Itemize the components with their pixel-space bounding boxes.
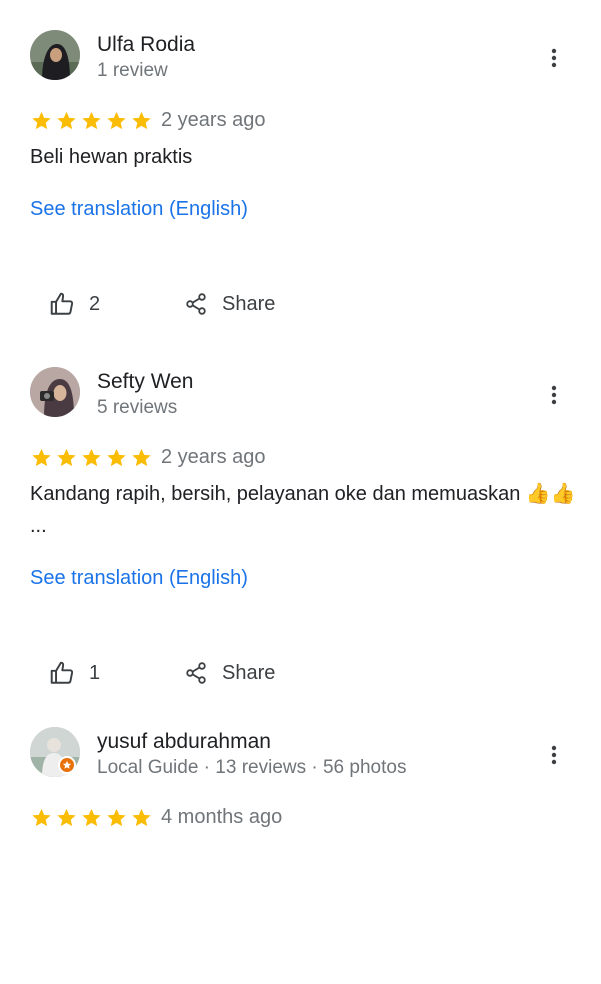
star-icon: [62, 760, 72, 769]
reviewer-meta: Local Guide · 13 reviews · 56 photos: [97, 757, 407, 778]
star-rating: [30, 807, 153, 829]
reviewer-name[interactable]: yusuf abdurahman: [97, 730, 271, 754]
star-icon: [57, 808, 76, 827]
local-guide-badge: [58, 756, 76, 774]
review-date: 4 months ago: [161, 806, 283, 828]
more-options-button[interactable]: [544, 743, 564, 767]
star-icon: [107, 808, 126, 827]
review-card: yusuf abdurahman Local Guide · 13 review…: [0, 0, 601, 850]
star-icon: [32, 808, 51, 827]
more-vert-icon: [551, 745, 557, 765]
star-icon: [82, 808, 101, 827]
star-icon: [132, 808, 151, 827]
